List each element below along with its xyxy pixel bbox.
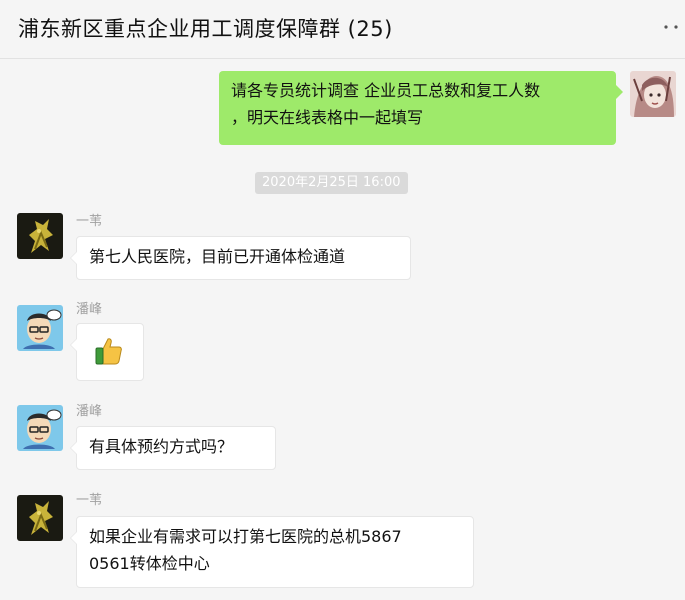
sender-name: 潘峰 — [76, 302, 103, 317]
sender-name: 一苇 — [76, 493, 103, 508]
avatar-panfeng[interactable] — [17, 405, 63, 451]
message-text-line: 0561转体检中心 — [89, 554, 210, 573]
thumbs-up-emoji — [93, 335, 125, 375]
message-text-line: 第七人民医院，目前已开通体检通道 — [89, 247, 346, 266]
message-text-line: 如果企业有需求可以打第七医院的总机5867 — [89, 527, 402, 546]
message-text-line: ，明天在线表格中一起填写 — [231, 108, 424, 127]
message-bubble-in[interactable] — [70, 323, 144, 381]
message-bubble-in[interactable]: 有具体预约方式吗？ — [70, 426, 276, 470]
sender-name: 一苇 — [76, 214, 103, 229]
chat-header: 浦东新区重点企业用工调度保障群 (25) — [0, 0, 685, 59]
message-bubble-in[interactable]: 如果企业有需求可以打第七医院的总机5867 0561转体检中心 — [70, 516, 474, 588]
avatar-panfeng[interactable] — [17, 305, 63, 351]
more-dots-icon[interactable] — [661, 10, 681, 40]
message-text-line: 请各专员统计调查 企业员工总数和复工人数 — [231, 81, 541, 100]
sender-name: 潘峰 — [76, 404, 103, 419]
message-text-line: 有具体预约方式吗？ — [89, 437, 234, 456]
message-bubble-out[interactable]: 请各专员统计调查 企业员工总数和复工人数 ，明天在线表格中一起填写 — [219, 71, 623, 145]
chat-title: 浦东新区重点企业用工调度保障群 (25) — [18, 17, 393, 41]
avatar-yiwei[interactable] — [17, 495, 63, 541]
timestamp-divider: 2020年2月25日 16:00 — [255, 172, 408, 194]
my-avatar[interactable] — [630, 71, 676, 117]
avatar-yiwei[interactable] — [17, 213, 63, 259]
message-bubble-in[interactable]: 第七人民医院，目前已开通体检通道 — [70, 236, 411, 280]
